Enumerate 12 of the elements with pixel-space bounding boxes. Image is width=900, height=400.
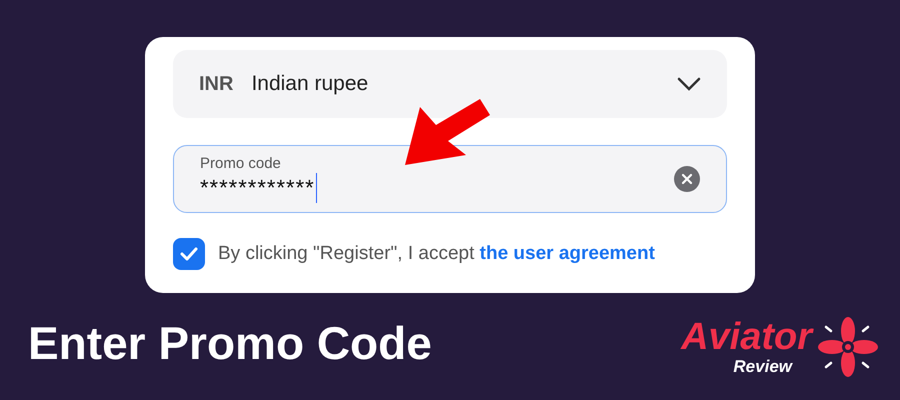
checkmark-icon (180, 247, 198, 261)
user-agreement-link[interactable]: the user agreement (480, 242, 655, 264)
currency-select[interactable]: INR Indian rupee (173, 50, 727, 118)
headline: Enter Promo Code (28, 316, 432, 371)
logo-title: Aviator (681, 317, 812, 357)
clear-icon[interactable] (674, 166, 700, 192)
promo-code-field[interactable]: Promo code ************ (173, 145, 727, 213)
agreement-text: By clicking "Register", I accept the user agreement (218, 242, 655, 266)
agreement-checkbox[interactable] (173, 238, 205, 270)
propeller-icon (818, 317, 878, 377)
logo-subtitle: Review (733, 357, 792, 377)
chevron-down-icon (677, 77, 701, 91)
